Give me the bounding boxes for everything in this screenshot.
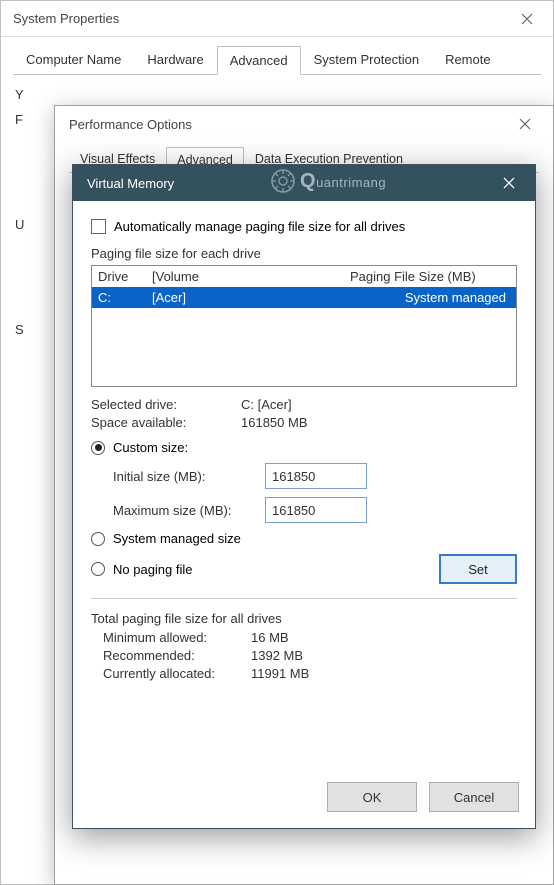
custom-size-radio-row[interactable]: Custom size:	[91, 440, 517, 455]
maximum-size-row: Maximum size (MB):	[113, 497, 517, 523]
header-volume: [Volume	[152, 269, 350, 284]
tab-system-protection[interactable]: System Protection	[301, 45, 433, 74]
virtual-memory-dialog: Virtual Memory Automatically manage pagi…	[72, 164, 536, 829]
tab-advanced[interactable]: Advanced	[217, 46, 301, 75]
system-properties-title: System Properties	[13, 11, 119, 26]
custom-size-inputs: Initial size (MB): Maximum size (MB):	[113, 463, 517, 523]
close-icon	[503, 177, 515, 189]
initial-size-row: Initial size (MB):	[113, 463, 517, 489]
performance-options-title: Performance Options	[69, 117, 192, 132]
drive-size: System managed	[360, 290, 510, 305]
min-allowed-row: Minimum allowed: 16 MB	[91, 630, 517, 645]
paging-group-label: Paging file size for each drive	[91, 246, 517, 261]
initial-size-label: Initial size (MB):	[113, 469, 253, 484]
totals-label: Total paging file size for all drives	[91, 611, 517, 626]
virtual-memory-body: Automatically manage paging file size fo…	[73, 201, 535, 694]
tab-remote[interactable]: Remote	[432, 45, 504, 74]
currently-label: Currently allocated:	[91, 666, 251, 681]
no-paging-radio-row[interactable]: No paging file	[91, 562, 439, 577]
ok-button[interactable]: OK	[327, 782, 417, 812]
space-available-value: 161850 MB	[241, 415, 308, 430]
initial-size-input[interactable]	[265, 463, 367, 489]
system-properties-titlebar: System Properties	[1, 1, 553, 37]
selected-drive-value: C: [Acer]	[241, 397, 292, 412]
auto-manage-label: Automatically manage paging file size fo…	[114, 219, 405, 234]
system-managed-radio-row[interactable]: System managed size	[91, 531, 517, 546]
size-options: Custom size: Initial size (MB): Maximum …	[91, 440, 517, 584]
performance-options-titlebar: Performance Options	[55, 106, 553, 142]
system-managed-label: System managed size	[113, 531, 241, 546]
min-allowed-value: 16 MB	[251, 630, 289, 645]
close-icon	[519, 118, 531, 130]
advanced-body-text: Y	[15, 87, 539, 102]
drive-row[interactable]: C: [Acer] System managed	[92, 287, 516, 308]
maximum-size-label: Maximum size (MB):	[113, 503, 253, 518]
virtual-memory-titlebar: Virtual Memory	[73, 165, 535, 201]
header-drive: Drive	[98, 269, 152, 284]
drive-list[interactable]: Drive [Volume Paging File Size (MB) C: […	[91, 265, 517, 387]
no-paging-label: No paging file	[113, 562, 193, 577]
currently-row: Currently allocated: 11991 MB	[91, 666, 517, 681]
set-button[interactable]: Set	[439, 554, 517, 584]
no-paging-set-row: No paging file Set	[91, 554, 517, 584]
selected-drive-label: Selected drive:	[91, 397, 241, 412]
divider	[91, 598, 517, 599]
virtual-memory-title: Virtual Memory	[87, 176, 174, 191]
close-icon	[521, 13, 533, 25]
tab-hardware[interactable]: Hardware	[134, 45, 216, 74]
drive-volume: [Acer]	[152, 290, 360, 305]
drive-list-header: Drive [Volume Paging File Size (MB)	[92, 266, 516, 287]
maximum-size-input[interactable]	[265, 497, 367, 523]
system-managed-radio[interactable]	[91, 532, 105, 546]
virtual-memory-buttons: OK Cancel	[327, 782, 519, 812]
system-properties-tabs: Computer Name Hardware Advanced System P…	[13, 45, 541, 75]
close-button[interactable]	[489, 169, 529, 197]
custom-size-label: Custom size:	[113, 440, 188, 455]
space-available-row: Space available: 161850 MB	[91, 415, 517, 430]
close-button[interactable]	[507, 5, 547, 33]
tab-computer-name[interactable]: Computer Name	[13, 45, 134, 74]
auto-manage-row[interactable]: Automatically manage paging file size fo…	[91, 219, 517, 234]
header-size: Paging File Size (MB)	[350, 269, 510, 284]
cancel-button[interactable]: Cancel	[429, 782, 519, 812]
close-button[interactable]	[505, 110, 545, 138]
min-allowed-label: Minimum allowed:	[91, 630, 251, 645]
totals-block: Minimum allowed: 16 MB Recommended: 1392…	[91, 630, 517, 681]
auto-manage-checkbox[interactable]	[91, 219, 106, 234]
recommended-row: Recommended: 1392 MB	[91, 648, 517, 663]
recommended-label: Recommended:	[91, 648, 251, 663]
no-paging-radio[interactable]	[91, 562, 105, 576]
custom-size-radio[interactable]	[91, 441, 105, 455]
selected-drive-row: Selected drive: C: [Acer]	[91, 397, 517, 412]
currently-value: 11991 MB	[251, 666, 309, 681]
drive-letter: C:	[98, 290, 152, 305]
recommended-value: 1392 MB	[251, 648, 303, 663]
space-available-label: Space available:	[91, 415, 241, 430]
